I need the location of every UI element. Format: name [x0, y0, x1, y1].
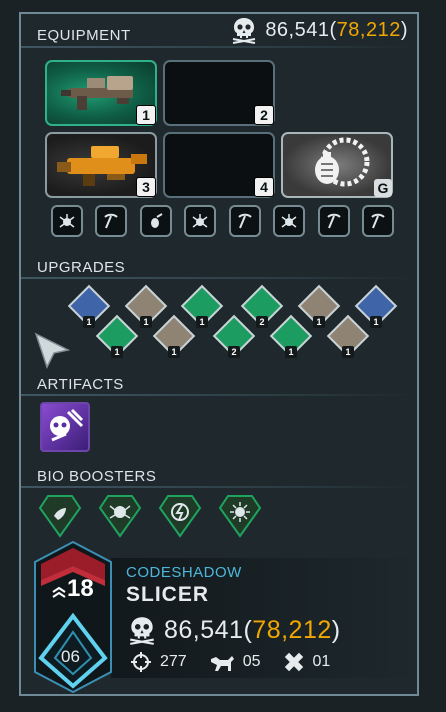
grenade-slot[interactable]: G [281, 132, 393, 198]
player-stats: 277 05 01 [130, 651, 352, 673]
upgrades-divider [21, 277, 417, 279]
kills-value: 277 [160, 653, 187, 670]
artifacts-header: ARTIFACTS [37, 376, 124, 393]
slot-number-badge: 1 [136, 105, 156, 125]
bio-boosters-divider [21, 486, 417, 488]
mouse-cursor-icon [34, 332, 70, 369]
dogs-value: 05 [242, 653, 261, 670]
upgrade-level: 1 [111, 346, 123, 358]
currency-paren-open: ( [243, 615, 253, 644]
primary-weapon-slot[interactable]: 1 [45, 60, 157, 126]
bug-mod-icon[interactable] [51, 205, 83, 237]
currency-paren-open: ( [329, 18, 337, 41]
pickaxe-mod-icon[interactable] [362, 205, 394, 237]
grenade-badge: G [374, 179, 392, 197]
upgrade-level: 1 [168, 346, 180, 358]
slot-number-badge: 2 [254, 105, 274, 125]
pickaxe-mod-icon[interactable] [229, 205, 261, 237]
upgrade-level: 1 [196, 316, 208, 328]
sun-booster-icon[interactable] [218, 494, 262, 538]
secondary-weapon-slot-empty[interactable]: 2 [163, 60, 275, 126]
currency-reserve: 78,212 [336, 18, 401, 41]
heavy-weapon-slot[interactable]: 3 [45, 132, 157, 198]
support-slot-empty[interactable]: 4 [163, 132, 275, 198]
pickaxe-mod-icon[interactable] [318, 205, 350, 237]
grenade-mod-icon[interactable] [140, 205, 172, 237]
upgrade-level: 1 [370, 316, 382, 328]
upgrade-level: 1 [83, 316, 95, 328]
currency-display: 86,541(78,212) [229, 15, 408, 45]
currency-paren-close: ) [331, 615, 341, 644]
bio-boosters-header: BIO BOOSTERS [37, 468, 157, 485]
bug-mod-icon[interactable] [273, 205, 305, 237]
slot-number-badge: 4 [254, 177, 274, 197]
bug-mod-icon[interactable] [184, 205, 216, 237]
crosshair-icon [131, 652, 151, 672]
revives-value: 01 [312, 653, 331, 670]
player-class: SLICER [126, 583, 210, 606]
currency-value: 86,541 [164, 615, 244, 644]
revive-icon [284, 652, 303, 672]
currency-value: 86,541 [265, 18, 330, 41]
dogs-stat: 05 [209, 651, 261, 673]
equipment-header: EQUIPMENT [37, 27, 131, 44]
upgrade-level: 1 [342, 346, 354, 358]
upgrade-level: 1 [313, 316, 325, 328]
pickaxe-mod-icon[interactable] [95, 205, 127, 237]
artifacts-divider [21, 394, 417, 396]
player-level: 18 [67, 575, 94, 602]
bug-booster-icon[interactable] [98, 494, 142, 538]
dog-icon [210, 656, 234, 671]
lightning-booster-icon[interactable] [158, 494, 202, 538]
upgrade-level: 2 [228, 346, 240, 358]
currency-paren-close: ) [400, 18, 408, 41]
equipment-divider [21, 46, 417, 48]
upgrade-level: 1 [140, 316, 152, 328]
upgrade-level: 1 [285, 346, 297, 358]
skull-artifact-icon[interactable] [40, 402, 90, 452]
skull-icon [130, 617, 154, 645]
currency-reserve: 78,212 [252, 615, 332, 644]
kills-stat: 277 [130, 651, 187, 673]
upgrades-header: UPGRADES [37, 259, 126, 276]
skull-icon [233, 18, 256, 44]
player-currency: 86,541(78,212) [126, 614, 341, 646]
leaf-booster-icon[interactable] [38, 494, 82, 538]
revives-stat: 01 [283, 651, 331, 673]
player-rank: 06 [61, 647, 80, 666]
slot-number-badge: 3 [136, 177, 156, 197]
player-username: CODESHADOW [126, 564, 242, 581]
upgrade-level: 2 [256, 316, 268, 328]
